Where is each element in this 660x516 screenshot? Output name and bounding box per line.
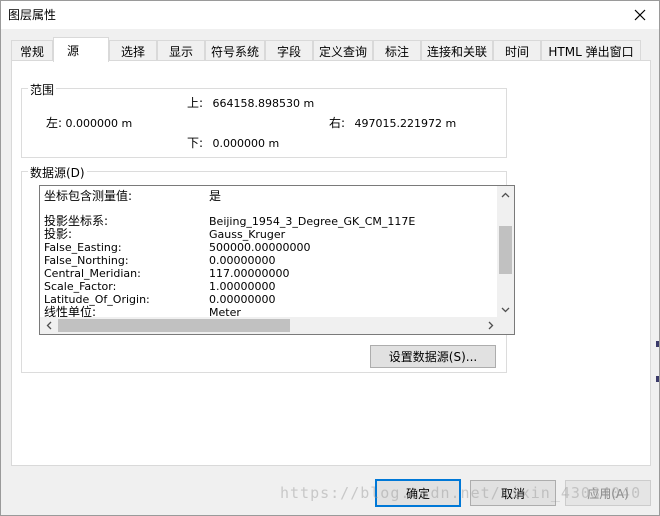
tab-source[interactable]: 源 xyxy=(53,37,109,62)
extent-right-value: 497015.221972 m xyxy=(354,117,457,130)
tab-label: 显示 xyxy=(168,44,193,59)
row-key: False_Easting: xyxy=(44,241,122,254)
tab-symbology[interactable]: 符号系统 xyxy=(205,40,265,61)
extent-bottom-label: 下: xyxy=(187,136,204,150)
row-key: Scale_Factor: xyxy=(44,280,117,293)
tab-selection[interactable]: 选择 xyxy=(109,40,157,61)
extent-right: 右: 497015.221972 m xyxy=(329,114,456,131)
scroll-down-button[interactable] xyxy=(497,301,514,318)
cancel-label: 取消 xyxy=(500,486,525,501)
scroll-left-button[interactable] xyxy=(40,317,57,334)
row-value: 117.00000000 xyxy=(209,267,290,280)
tab-general[interactable]: 常规 xyxy=(11,40,53,61)
row-value: 0.00000000 xyxy=(209,254,276,267)
tab-label: HTML 弹出窗口 xyxy=(548,44,634,59)
tab-time[interactable]: 时间 xyxy=(493,40,541,61)
source-tab-panel: 范围 上: 664158.898530 m 左: 0.000000 m 右: 4… xyxy=(11,60,651,466)
apply-button[interactable]: 应用(A) xyxy=(565,480,651,506)
horizontal-scrollbar[interactable] xyxy=(40,317,499,334)
extent-bottom: 下: 0.000000 m xyxy=(187,134,279,151)
vertical-scroll-thumb[interactable] xyxy=(499,226,512,274)
extent-left-label: 左: xyxy=(46,116,63,130)
row-value: 是 xyxy=(209,189,222,203)
row-key: 投影: xyxy=(44,227,73,241)
edge-artifact xyxy=(656,376,659,382)
tab-label: 选择 xyxy=(120,44,145,59)
tab-labels[interactable]: 标注 xyxy=(373,40,421,61)
extent-top: 上: 664158.898530 m xyxy=(187,94,314,111)
tab-label: 常规 xyxy=(19,44,44,59)
datasource-list[interactable]: 坐标包含测量值: 是 投影坐标系: Beijing_1954_3_Degree_… xyxy=(39,185,515,335)
tab-definition-query[interactable]: 定义查询 xyxy=(313,40,373,61)
close-button[interactable] xyxy=(627,3,653,27)
row-value: Beijing_1954_3_Degree_GK_CM_117E xyxy=(209,215,416,228)
tab-label: 时间 xyxy=(504,44,529,59)
ok-label: 确定 xyxy=(405,486,430,501)
tab-display[interactable]: 显示 xyxy=(157,40,205,61)
extent-left-value: 0.000000 m xyxy=(65,117,133,130)
extent-top-value: 664158.898530 m xyxy=(212,97,315,110)
set-datasource-label: 设置数据源(S)... xyxy=(388,350,478,364)
tab-label: 字段 xyxy=(276,44,301,59)
row-value: 500000.00000000 xyxy=(209,241,311,254)
layer-properties-dialog: 图层属性 常规 源 选择 显示 符号系统 字段 定义查询 标注 连接和关联 时间… xyxy=(0,0,660,516)
row-key: 坐标包含测量值: xyxy=(44,189,133,203)
extent-left: 左: 0.000000 m xyxy=(46,114,132,131)
row-key: Central_Meridian: xyxy=(44,267,141,280)
tab-label: 连接和关联 xyxy=(426,44,487,59)
title-bar: 图层属性 xyxy=(1,1,659,29)
cancel-button[interactable]: 取消 xyxy=(470,480,556,506)
chevron-left-icon xyxy=(46,321,51,330)
extent-group-label: 范围 xyxy=(28,81,57,98)
tab-html-popup[interactable]: HTML 弹出窗口 xyxy=(541,40,641,61)
row-value: Gauss_Kruger xyxy=(209,228,286,241)
chevron-down-icon xyxy=(501,307,510,312)
horizontal-scroll-thumb[interactable] xyxy=(58,319,290,332)
row-value: 1.00000000 xyxy=(209,280,276,293)
set-datasource-button[interactable]: 设置数据源(S)... xyxy=(370,345,496,368)
edge-artifact xyxy=(656,341,659,347)
tab-strip: 常规 源 选择 显示 符号系统 字段 定义查询 标注 连接和关联 时间 HTML… xyxy=(11,37,651,62)
ok-button[interactable]: 确定 xyxy=(375,479,461,507)
tab-label: 标注 xyxy=(384,44,409,59)
tab-fields[interactable]: 字段 xyxy=(265,40,313,61)
window-title: 图层属性 xyxy=(8,8,57,22)
scrollbar-corner xyxy=(497,317,514,334)
chevron-right-icon xyxy=(488,321,493,330)
chevron-up-icon xyxy=(501,192,510,197)
datasource-group-label: 数据源(D) xyxy=(28,164,87,181)
tab-label: 定义查询 xyxy=(318,44,367,59)
scroll-up-button[interactable] xyxy=(497,186,514,203)
row-key: False_Northing: xyxy=(44,254,129,267)
extent-right-label: 右: xyxy=(329,116,346,130)
close-icon xyxy=(634,9,646,21)
tab-label: 源 xyxy=(66,43,79,58)
tab-joins-relates[interactable]: 连接和关联 xyxy=(421,40,493,61)
extent-group: 范围 上: 664158.898530 m 左: 0.000000 m 右: 4… xyxy=(21,81,507,158)
apply-label: 应用(A) xyxy=(587,486,629,501)
extent-top-label: 上: xyxy=(187,96,204,110)
tab-label: 符号系统 xyxy=(210,44,259,59)
row-value: 0.00000000 xyxy=(209,293,276,306)
extent-bottom-value: 0.000000 m xyxy=(212,137,280,150)
vertical-scrollbar[interactable] xyxy=(497,186,514,318)
